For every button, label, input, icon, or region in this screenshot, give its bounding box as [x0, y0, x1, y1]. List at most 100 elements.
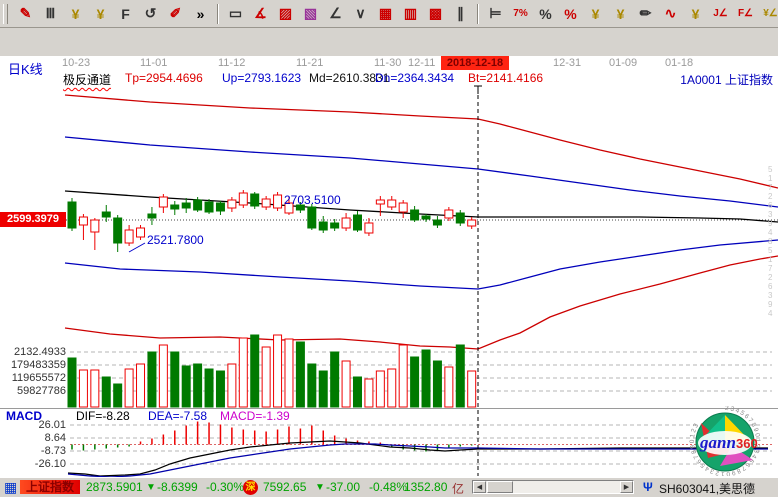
channel-tp-value: Tp=2954.4696	[125, 71, 203, 85]
volume-bar	[411, 357, 419, 407]
box-diagonal-icon[interactable]: ▨	[274, 3, 297, 25]
box-select-icon-glyph: ▭	[229, 5, 242, 22]
channel-top-line	[65, 95, 778, 188]
measure-icon[interactable]: ⊨	[484, 3, 507, 25]
brush-icon[interactable]: ✎	[14, 3, 37, 25]
percent-line-icon-glyph: %	[564, 6, 576, 22]
date-axis-label: 01-18	[665, 57, 693, 69]
candle-body	[102, 212, 110, 217]
percent-icon[interactable]: %	[534, 3, 557, 25]
sh-index-change: -8.6399	[157, 480, 198, 494]
gold-comb-icon[interactable]: ¥	[64, 3, 87, 25]
gold-lines-icon-glyph: ¥	[617, 6, 625, 22]
percent-line-icon[interactable]: %	[559, 3, 582, 25]
volume-bar	[342, 361, 350, 407]
candle-body	[114, 218, 122, 243]
scrollbar-thumb[interactable]	[487, 481, 513, 493]
parallel-lines-icon[interactable]: ∥	[449, 3, 472, 25]
scroll-left-button[interactable]: ◀	[473, 481, 486, 493]
candle-body	[171, 205, 179, 209]
volume-bar	[68, 358, 76, 407]
volume-bar	[137, 364, 145, 407]
gann-grid-icon[interactable]: ▦	[374, 3, 397, 25]
candle-body	[388, 200, 396, 207]
price-grid-icon[interactable]: ▩	[424, 3, 447, 25]
comb-grid-icon[interactable]: Ⅲ	[39, 3, 62, 25]
macd-hist-value: MACD=-1.39	[220, 409, 290, 423]
date-axis-label: 11-21	[296, 57, 323, 69]
indicator-name: 极反通道	[63, 71, 111, 88]
volume-bar	[148, 352, 156, 407]
candle-body	[445, 210, 453, 218]
volume-scale-label: 59827786	[0, 385, 66, 397]
date-axis-label: 01-09	[609, 57, 637, 69]
volume-scale-label: 119655572	[0, 372, 66, 384]
volume-bar	[114, 384, 122, 407]
macd-dif-value: DIF=-8.28	[76, 409, 130, 423]
f-angle-icon-glyph: F∠	[738, 8, 753, 19]
j-angle-icon[interactable]: J∠	[709, 3, 732, 25]
volume-bar	[296, 342, 304, 407]
volume-bar	[228, 364, 236, 407]
volume-bar	[262, 347, 270, 407]
brush-ruler-icon[interactable]: ✐	[164, 3, 187, 25]
candle-body	[274, 195, 282, 208]
last-price-badge: 2599.3979	[0, 212, 66, 227]
gann-grid-icon-glyph: ▦	[379, 5, 392, 22]
date-axis-label: 10-23	[62, 57, 90, 69]
spiral-icon[interactable]: ↺	[139, 3, 162, 25]
watermark-digit: 3	[768, 210, 773, 219]
gold-comb2-icon-glyph: ¥	[97, 6, 105, 22]
gold-underline-icon[interactable]: ¥	[684, 3, 707, 25]
watermark-digit: 5	[768, 246, 773, 255]
turnover-unit: 亿	[452, 480, 464, 497]
volume-bar	[171, 352, 179, 407]
candle-body	[422, 216, 430, 219]
candle-brush-icon[interactable]: ✏	[634, 3, 657, 25]
gold-circle-icon[interactable]: ¥	[584, 3, 607, 25]
sz-index-change: -37.00	[326, 480, 360, 494]
candle-body	[319, 222, 327, 230]
channel-up-value: Up=2793.1623	[222, 71, 301, 85]
gann-box-icon[interactable]: ▥	[399, 3, 422, 25]
f-angle-icon[interactable]: F∠	[734, 3, 757, 25]
more-tools-chevron[interactable]: »	[189, 3, 212, 25]
percent7-icon[interactable]: 7%	[509, 3, 532, 25]
more-tools-chevron-glyph: »	[197, 6, 205, 22]
wave-band-icon[interactable]: ∿	[659, 3, 682, 25]
sh-index-value: 2873.5901	[86, 480, 143, 494]
zigzag-icon[interactable]: ∨	[349, 3, 372, 25]
horizontal-scrollbar[interactable]: ◀ ▶	[472, 480, 634, 494]
candle-body	[399, 203, 407, 212]
sz-market-badge[interactable]: 深	[243, 480, 258, 495]
fan-lines-icon-glyph: ∡	[254, 5, 267, 22]
comb-grid-icon-glyph: Ⅲ	[46, 5, 56, 22]
gold-lines-icon[interactable]: ¥	[609, 3, 632, 25]
candle-body	[365, 223, 373, 233]
f-comb-icon[interactable]: F	[114, 3, 137, 25]
macd-scale-label: 8.64	[0, 432, 66, 444]
price-grid-icon-glyph: ▩	[429, 5, 442, 22]
market-grid-icon[interactable]: ▦	[4, 479, 17, 496]
sh-index-badge[interactable]: 上证指数	[20, 480, 80, 494]
turnover-value: 1352.80	[404, 480, 447, 494]
gold-comb2-icon[interactable]: ¥	[89, 3, 112, 25]
box-select-icon[interactable]: ▭	[224, 3, 247, 25]
gold-angle-icon[interactable]: ¥∠	[759, 3, 778, 25]
volume-bar	[399, 345, 407, 407]
gold-comb-icon-glyph: ¥	[72, 6, 80, 22]
angle-line-icon[interactable]: ∠	[324, 3, 347, 25]
volume-bar	[91, 370, 99, 407]
date-highlight-badge: 2018-12-18	[441, 56, 509, 70]
fan-lines-icon[interactable]: ∡	[249, 3, 272, 25]
box-fan-icon[interactable]: ▧	[299, 3, 322, 25]
angle-line-icon-glyph: ∠	[329, 5, 342, 22]
parallel-lines-icon-glyph: ∥	[457, 5, 464, 22]
app-window: { "toolbar_row1": {"items": [ {"type":"g…	[0, 0, 778, 496]
scroll-right-button[interactable]: ▶	[620, 481, 633, 493]
gold-underline-icon-glyph: ¥	[692, 6, 700, 22]
volume-bar	[422, 350, 430, 407]
candle-body	[125, 230, 133, 243]
box-diagonal-icon-glyph: ▨	[279, 5, 292, 22]
channel-bt-value: Bt=2141.4166	[468, 71, 543, 85]
